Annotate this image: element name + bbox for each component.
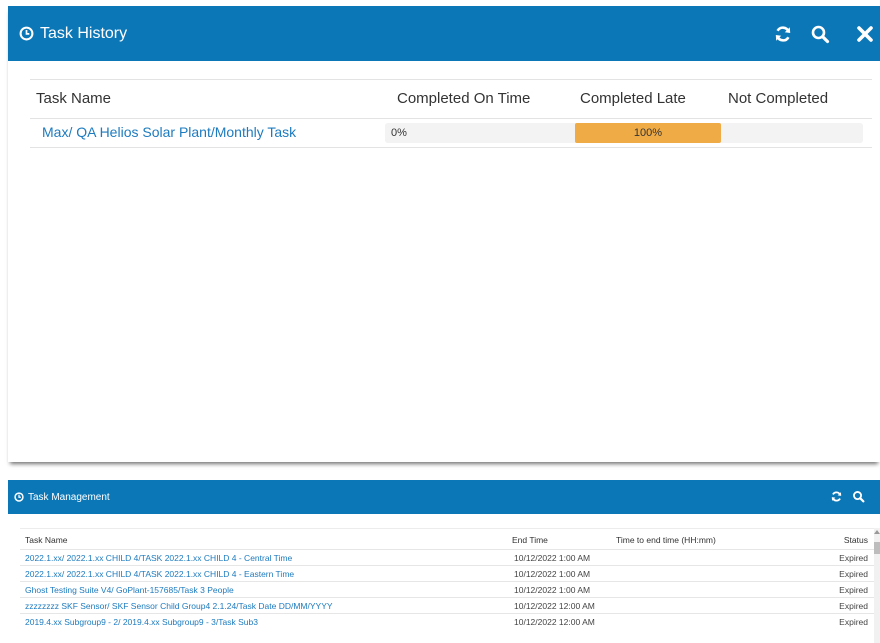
- status-label: Expired: [839, 601, 868, 611]
- status-label: Expired: [839, 553, 868, 563]
- task-name-link[interactable]: 2022.1.xx/ 2022.1.xx CHILD 4/TASK 2022.1…: [25, 569, 294, 579]
- task-name-link[interactable]: Ghost Testing Suite V4/ GoPlant-157685/T…: [25, 585, 234, 595]
- task-management-title: Task Management: [28, 491, 110, 503]
- end-time: 10/12/2022 1:00 AM: [514, 569, 591, 579]
- table-row: 2022.1.xx/ 2022.1.xx CHILD 4/TASK 2022.1…: [20, 565, 874, 581]
- late-segment: 100%: [575, 123, 721, 143]
- status-label: Expired: [839, 617, 868, 627]
- task-history-panel: Task History Task Name Completed On Time…: [8, 6, 880, 462]
- task-management-panel: Task Management Task Name End Time Time …: [8, 480, 880, 643]
- column-header-task-name[interactable]: Task Name: [36, 90, 111, 107]
- scroll-up-arrow-icon[interactable]: [874, 530, 880, 534]
- not-completed-segment: 0%: [721, 123, 863, 143]
- clock-icon: [19, 26, 34, 41]
- column-header-time-to-end[interactable]: Time to end time (HH:mm): [616, 535, 716, 545]
- task-name-link[interactable]: zzzzzzzz SKF Sensor/ SKF Sensor Child Gr…: [25, 601, 333, 611]
- column-header-completed-on-time[interactable]: Completed On Time: [397, 90, 530, 107]
- task-history-table: Task Name Completed On Time Completed La…: [30, 79, 872, 148]
- table-row: zzzzzzzz SKF Sensor/ SKF Sensor Child Gr…: [20, 597, 874, 613]
- table-row: 2022.1.xx/ 2022.1.xx CHILD 4/TASK 2022.1…: [20, 549, 874, 565]
- search-icon[interactable]: [810, 24, 830, 44]
- column-header-end-time[interactable]: End Time: [512, 535, 548, 545]
- table-header: Task Name End Time Time to end time (HH:…: [20, 528, 874, 549]
- task-name-link[interactable]: 2022.1.xx/ 2022.1.xx CHILD 4/TASK 2022.1…: [25, 553, 292, 563]
- column-header-completed-late[interactable]: Completed Late: [580, 90, 686, 107]
- table-row: Ghost Testing Suite V4/ GoPlant-157685/T…: [20, 581, 874, 597]
- task-history-title: Task History: [40, 24, 128, 42]
- end-time: 10/12/2022 12:00 AM: [514, 601, 595, 611]
- end-time: 10/12/2022 1:00 AM: [514, 553, 591, 563]
- refresh-icon[interactable]: [773, 24, 793, 44]
- refresh-icon[interactable]: [830, 490, 843, 503]
- task-management-header: Task Management: [8, 480, 880, 514]
- status-label: Expired: [839, 585, 868, 595]
- task-name-link[interactable]: 2019.4.xx Subgroup9 - 2/ 2019.4.xx Subgr…: [25, 617, 258, 627]
- column-header-task-name[interactable]: Task Name: [25, 535, 68, 545]
- scroll-thumb[interactable]: [874, 542, 880, 554]
- on-time-segment: 0%: [385, 123, 575, 143]
- late-label: 100%: [633, 127, 663, 139]
- table-header: Task Name Completed On Time Completed La…: [30, 80, 872, 118]
- task-name-link[interactable]: Max/ QA Helios Solar Plant/Monthly Task: [42, 124, 296, 140]
- on-time-label: 0%: [391, 127, 407, 139]
- table-row: 2019.4.xx Subgroup9 - 2/ 2019.4.xx Subgr…: [20, 613, 874, 629]
- table-row: Max/ QA Helios Solar Plant/Monthly Task …: [30, 118, 872, 148]
- not-completed-label: 0%: [784, 127, 800, 139]
- column-header-not-completed[interactable]: Not Completed: [728, 90, 828, 107]
- search-icon[interactable]: [852, 490, 865, 503]
- end-time: 10/12/2022 1:00 AM: [514, 585, 591, 595]
- task-history-header: Task History: [8, 6, 880, 61]
- task-management-table: Task Name End Time Time to end time (HH:…: [20, 528, 874, 629]
- close-icon[interactable]: [855, 24, 875, 44]
- clock-icon: [14, 492, 24, 502]
- end-time: 10/12/2022 12:00 AM: [514, 617, 595, 627]
- table-scrollbar[interactable]: [874, 528, 880, 643]
- column-header-status[interactable]: Status: [844, 535, 868, 545]
- completion-progress-bar: 0% 100% 0%: [385, 123, 863, 143]
- status-label: Expired: [839, 569, 868, 579]
